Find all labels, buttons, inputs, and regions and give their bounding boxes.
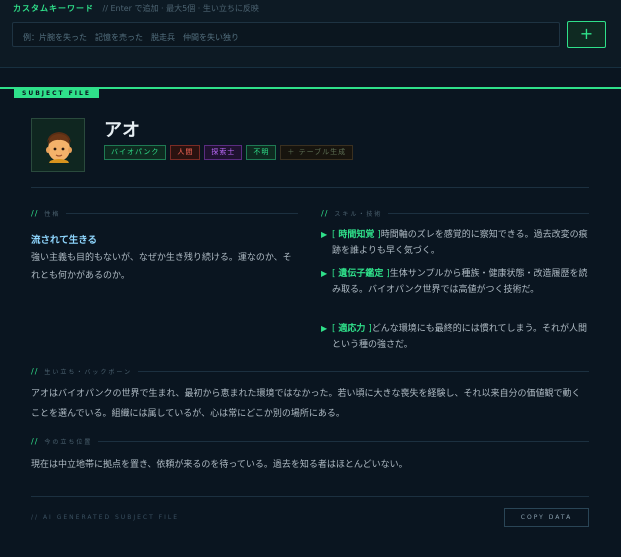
character-tags: バイオパンク 人間 探索士 不明 ＋ テーブル生成 bbox=[104, 145, 354, 160]
table-generate-button[interactable]: ＋ テーブル生成 bbox=[280, 145, 354, 160]
keyword-panel: カスタムキーワード // Enter で追加 · 最大5個 · 生い立ちに反映 … bbox=[0, 0, 621, 68]
section-current-label: // 今の立ち位置 bbox=[31, 437, 589, 446]
current-body: 現在は中立地帯に拠点を置き、依頼が来るのを待っている。過去を知る者はほとんどいな… bbox=[31, 460, 408, 470]
keyword-hint: // Enter で追加 · 最大5個 · 生い立ちに反映 bbox=[102, 4, 259, 13]
skill-name: 適応力 bbox=[338, 324, 366, 334]
tag-race: 人間 bbox=[170, 145, 201, 160]
header-divider bbox=[31, 187, 589, 188]
section-personality-label: // 性格 bbox=[31, 209, 298, 218]
section-skills-label: // スキル・技術 bbox=[321, 209, 589, 218]
keyword-input[interactable]: 例：片腕を失った 記憶を売った 脱走兵 仲間を失い独り bbox=[12, 22, 560, 47]
tag-world: バイオパンク bbox=[104, 145, 167, 160]
arrow-right-icon: ▶ bbox=[321, 230, 328, 239]
tag-class: 探索士 bbox=[204, 145, 243, 160]
skill-item: ▶ [ 時間知覚 ]時間軸のズレを感覚的に察知できる。過去改変の痕跡を誰よりも早… bbox=[321, 227, 589, 259]
avatar-face-icon bbox=[46, 132, 72, 163]
tag-alignment: 不明 bbox=[246, 145, 277, 160]
character-name: アオ bbox=[104, 120, 140, 141]
backstory-body: アオはバイオパンクの世界で生まれ、最初から恵まれた環境ではなかった。若い頃に大き… bbox=[31, 389, 581, 419]
keyword-header: カスタムキーワード // Enter で追加 · 最大5個 · 生い立ちに反映 bbox=[13, 3, 259, 14]
skill-name: 時間知覚 bbox=[338, 230, 375, 240]
copy-data-button[interactable]: COPY DATA bbox=[504, 508, 589, 527]
keyword-title: カスタムキーワード bbox=[13, 4, 94, 13]
skill-item: ▶ [ 遺伝子鑑定 ]生体サンプルから種族・健康状態・改造履歴を読み取る。バイオ… bbox=[321, 266, 589, 298]
skill-item: ▶ [ 適応力 ]どんな環境にも最終的には慣れてしまう。それが人間という種の強さ… bbox=[321, 321, 589, 353]
footer-note: // AI GENERATED SUBJECT FILE bbox=[31, 514, 179, 521]
avatar bbox=[31, 118, 85, 172]
arrow-right-icon: ▶ bbox=[321, 324, 328, 333]
add-keyword-button[interactable]: + bbox=[567, 21, 606, 48]
personality-body: 強い主義も目的もないが、なぜか生き残り続ける。運なのか、それとも何かがあるのか。 bbox=[31, 253, 292, 281]
personality-title: 流されて生きる bbox=[31, 235, 98, 246]
footer-divider bbox=[31, 496, 589, 497]
skill-name: 遺伝子鑑定 bbox=[338, 269, 384, 279]
section-backstory-label: // 生い立ち・バックボーン bbox=[31, 367, 589, 376]
arrow-right-icon: ▶ bbox=[321, 269, 328, 278]
subject-file-tag: SUBJECT FILE bbox=[14, 89, 99, 98]
